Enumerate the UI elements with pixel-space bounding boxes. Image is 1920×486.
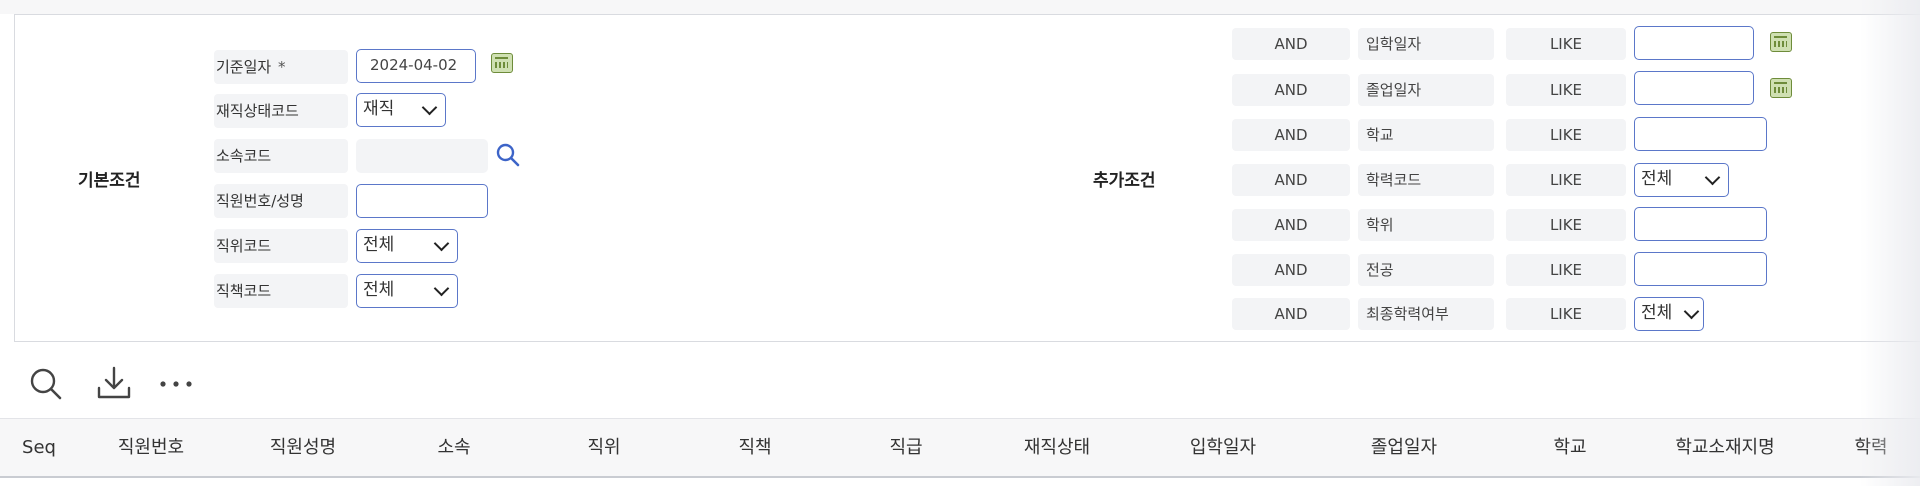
extra-op-2: AND (1232, 119, 1350, 151)
download-icon[interactable] (95, 364, 133, 402)
emp-no-name-label: 직원번호/성명 (214, 184, 348, 218)
column-header[interactable]: 졸업일자 (1343, 419, 1465, 477)
base-date-input[interactable]: 2024-04-02 (356, 49, 476, 83)
bottom-strip (0, 478, 1920, 486)
extra-cmp-2: LIKE (1506, 119, 1626, 151)
chevron-down-icon (421, 99, 438, 116)
extra-op-4: AND (1232, 209, 1350, 241)
more-icon[interactable] (158, 376, 194, 392)
emp-no-name-input[interactable] (356, 184, 488, 218)
chevron-down-icon (1683, 303, 1700, 320)
column-header[interactable]: 직위 (543, 419, 665, 477)
extra-cmp-5: LIKE (1506, 254, 1626, 286)
dept-search-icon[interactable] (495, 142, 521, 168)
extra-value-1-input[interactable] (1634, 71, 1754, 105)
extra-op-1: AND (1232, 74, 1350, 106)
column-header[interactable]: 직책 (694, 419, 816, 477)
duty-code-label: 직책코드 (214, 274, 348, 308)
chevron-down-icon (1704, 169, 1721, 186)
column-header[interactable]: 입학일자 (1162, 419, 1284, 477)
base-date-calendar-icon[interactable] (491, 53, 513, 73)
column-header[interactable]: 재직상태 (996, 419, 1118, 477)
position-code-select[interactable]: 전체 (356, 229, 458, 263)
extra-field-5: 전공 (1358, 254, 1494, 286)
emp-status-label: 재직상태코드 (214, 94, 348, 128)
chevron-down-icon (433, 280, 450, 297)
admission-date-calendar-icon[interactable] (1770, 32, 1792, 52)
extra-value-2-input[interactable] (1634, 117, 1767, 151)
column-header[interactable]: 직원번호 (90, 419, 212, 477)
extra-value-0-input[interactable] (1634, 26, 1754, 60)
extra-field-1: 졸업일자 (1358, 74, 1494, 106)
extra-op-6: AND (1232, 298, 1350, 330)
base-date-label: 기준일자 * (214, 50, 348, 84)
column-header[interactable]: 직원성명 (242, 419, 364, 477)
extra-field-3: 학력코드 (1358, 164, 1494, 196)
graduation-date-calendar-icon[interactable] (1770, 78, 1792, 98)
extra-cmp-1: LIKE (1506, 74, 1626, 106)
dept-code-input[interactable] (356, 139, 488, 173)
dept-code-label: 소속코드 (214, 139, 348, 173)
extra-op-3: AND (1232, 164, 1350, 196)
column-header[interactable]: 학교 (1509, 419, 1631, 477)
extra-value-3-select[interactable]: 전체 (1634, 163, 1729, 197)
extra-value-5-input[interactable] (1634, 252, 1767, 286)
column-header[interactable]: 직급 (845, 419, 967, 477)
extra-field-0: 입학일자 (1358, 28, 1494, 60)
column-header[interactable]: 학력 (1810, 419, 1920, 477)
top-strip (0, 0, 1920, 14)
grid-toolbar (0, 342, 1920, 418)
column-header[interactable]: Seq (8, 419, 70, 477)
search-icon[interactable] (28, 366, 64, 402)
column-header[interactable]: 소속 (393, 419, 515, 477)
extra-field-4: 학위 (1358, 209, 1494, 241)
extra-cmp-3: LIKE (1506, 164, 1626, 196)
extra-cmp-4: LIKE (1506, 209, 1626, 241)
extra-cmp-6: LIKE (1506, 298, 1626, 330)
column-header[interactable]: 학교소재지명 (1655, 419, 1795, 477)
extra-cmp-0: LIKE (1506, 28, 1626, 60)
extra-value-4-input[interactable] (1634, 207, 1767, 241)
grid-header: Seq 직원번호 직원성명 소속 직위 직책 직급 재직상태 입학일자 졸업일자… (0, 418, 1920, 478)
position-code-label: 직위코드 (214, 229, 348, 263)
extra-field-2: 학교 (1358, 119, 1494, 151)
emp-status-select[interactable]: 재직 (356, 93, 446, 127)
extra-value-6-select[interactable]: 전체 (1634, 297, 1704, 331)
extra-op-5: AND (1232, 254, 1350, 286)
extra-condition-title: 추가조건 (1093, 171, 1156, 191)
extra-op-0: AND (1232, 28, 1350, 60)
chevron-down-icon (433, 235, 450, 252)
duty-code-select[interactable]: 전체 (356, 274, 458, 308)
basic-condition-title: 기본조건 (78, 171, 141, 191)
extra-field-6: 최종학력여부 (1358, 298, 1494, 330)
